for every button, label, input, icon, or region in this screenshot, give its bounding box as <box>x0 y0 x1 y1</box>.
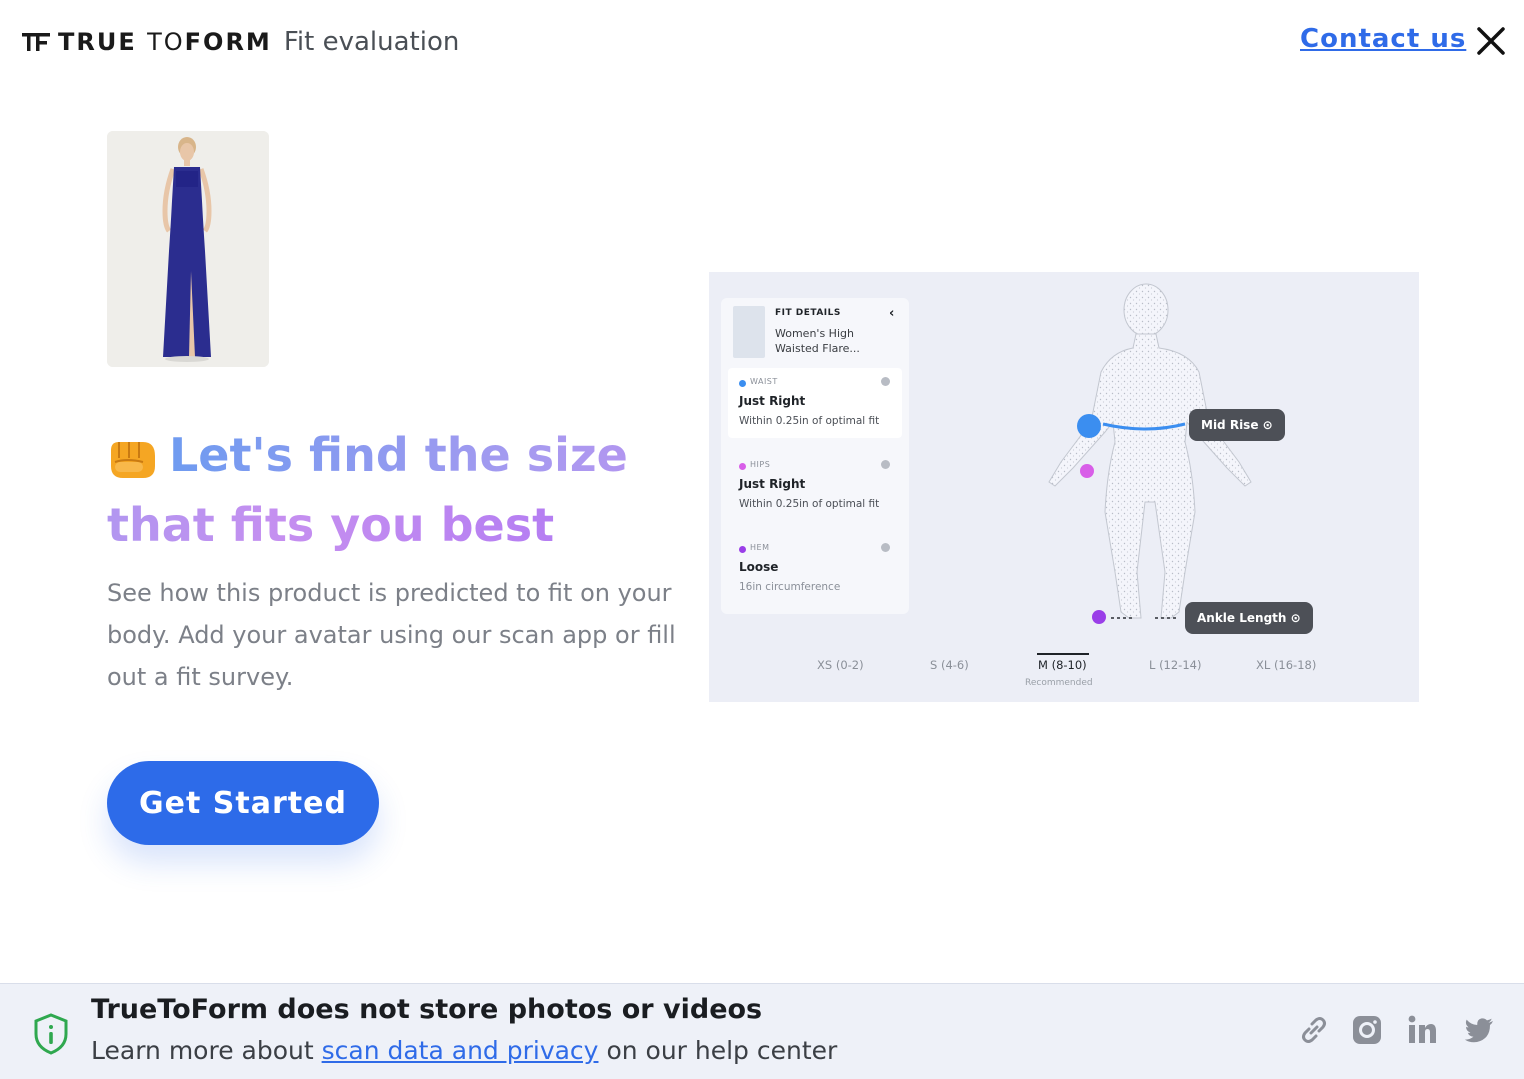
product-image <box>107 131 269 367</box>
size-option-xs[interactable]: XS (0-2) <box>817 658 864 672</box>
fit-item-note: 16in circumference <box>739 581 841 593</box>
size-option-xl[interactable]: XL (16-18) <box>1256 658 1316 672</box>
twitter-icon[interactable] <box>1463 1014 1495 1046</box>
fit-details-title: FIT DETAILS <box>775 308 841 318</box>
fit-details-header: FIT DETAILS Women's High Waisted Flare..… <box>733 304 903 362</box>
hero-description: See how this product is predicted to fit… <box>107 579 676 691</box>
size-option-l[interactable]: L (12-14) <box>1149 658 1201 672</box>
fit-item-hem[interactable]: HEM Loose 16in circumference <box>728 534 902 604</box>
privacy-line: Learn more about scan data and privacy o… <box>91 1036 838 1065</box>
page-title: Fit evaluation <box>283 27 460 57</box>
waist-dot-icon <box>739 380 746 387</box>
ankle-length-pill[interactable]: Ankle Length ⊙ <box>1185 602 1313 634</box>
truetoform-logo-icon <box>22 33 50 51</box>
hem-dot-icon <box>739 546 746 553</box>
shield-info-icon <box>34 1013 68 1055</box>
fit-item-note: Within 0.25in of optimal fit <box>739 498 880 510</box>
size-option-s[interactable]: S (4-6) <box>930 658 969 672</box>
fist-bump-emoji-icon <box>111 441 155 478</box>
size-option-m[interactable]: M (8-10) <box>1038 658 1087 672</box>
selected-size-indicator <box>1037 653 1089 655</box>
fit-item-hips[interactable]: HIPS Just Right Within 0.25in of optimal… <box>728 451 902 521</box>
privacy-link[interactable]: scan data and privacy <box>322 1036 599 1065</box>
privacy-title: TrueToForm does not store photos or vide… <box>91 994 763 1025</box>
fit-preview-illustration: FIT DETAILS Women's High Waisted Flare..… <box>709 272 1419 702</box>
header: TRUE TOFORM Fit evaluation Contact us <box>0 0 1524 82</box>
contact-us-link[interactable]: Contact us <box>1300 24 1466 54</box>
link-icon[interactable] <box>1298 1014 1330 1046</box>
info-circle-icon: ⊙ <box>1290 611 1301 625</box>
chevron-left-icon[interactable]: ‹ <box>889 306 894 321</box>
headline-text: Let's find the size that fits you best <box>107 428 628 552</box>
fit-item-status: Loose <box>739 560 779 574</box>
logo-text: TRUE TOFORM <box>58 28 272 56</box>
fit-item-area: HEM <box>750 543 770 552</box>
brand: TRUE TOFORM Fit evaluation <box>22 24 459 60</box>
info-icon <box>881 377 890 386</box>
fit-item-note: Within 0.25in of optimal fit <box>739 415 880 427</box>
hero-headline: Let's find the size that fits you best <box>107 420 667 560</box>
fit-item-status: Just Right <box>739 477 806 491</box>
fit-item-waist[interactable]: WAIST Just Right Within 0.25in of optima… <box>728 368 902 438</box>
info-circle-icon: ⊙ <box>1262 418 1273 432</box>
info-icon <box>881 460 890 469</box>
close-icon[interactable] <box>1474 24 1508 58</box>
fit-item-status: Just Right <box>739 394 806 408</box>
instagram-icon[interactable] <box>1351 1014 1383 1046</box>
info-icon <box>881 543 890 552</box>
mid-rise-pill[interactable]: Mid Rise ⊙ <box>1189 409 1285 441</box>
privacy-footer: TrueToForm does not store photos or vide… <box>0 983 1524 1079</box>
fit-item-area: HIPS <box>750 460 771 469</box>
get-started-button[interactable]: Get Started <box>107 761 379 845</box>
hips-dot-icon <box>739 463 746 470</box>
linkedin-icon[interactable] <box>1406 1014 1438 1046</box>
product-mini-image <box>733 306 765 358</box>
fit-details-card: FIT DETAILS Women's High Waisted Flare..… <box>721 298 909 614</box>
product-name: Women's High Waisted Flare... <box>775 327 860 355</box>
fit-item-area: WAIST <box>750 377 778 386</box>
recommended-label: Recommended <box>1025 678 1093 688</box>
